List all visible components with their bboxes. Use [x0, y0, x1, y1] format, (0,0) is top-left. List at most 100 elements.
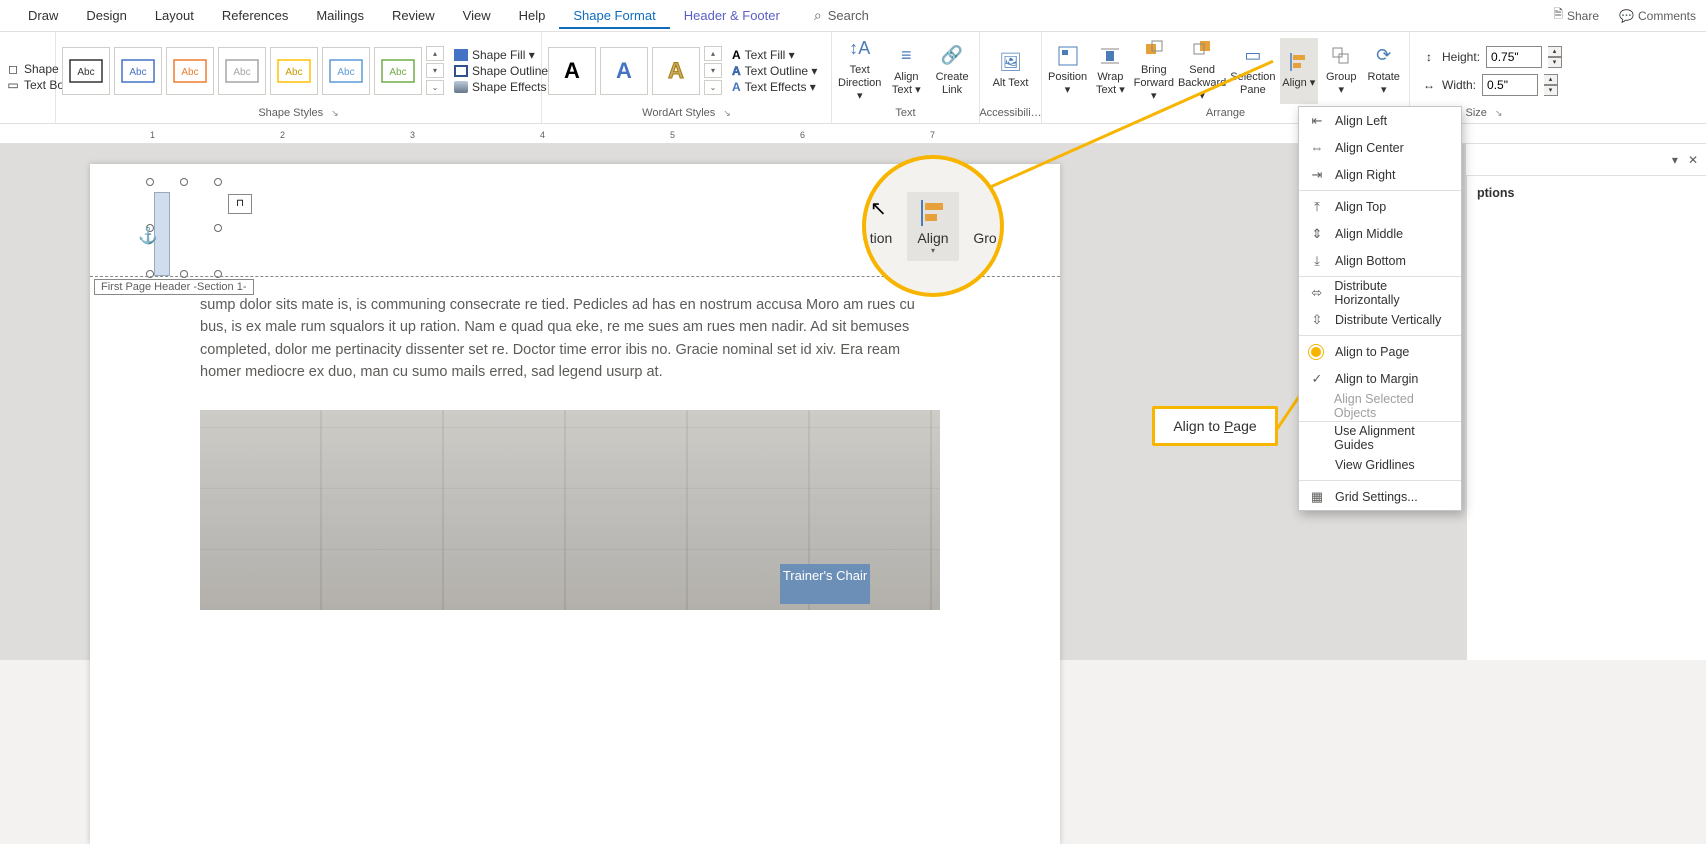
shape-icon: ◻: [6, 62, 20, 76]
search-box[interactable]: ⌕ Search: [814, 7, 869, 24]
wordart-gallery[interactable]: A A A ▴▾⌄: [548, 46, 722, 95]
position-icon: [1056, 44, 1080, 68]
width-label: Width:: [1442, 78, 1476, 92]
style-preset[interactable]: Abc: [218, 47, 266, 95]
gallery-scroll[interactable]: ▴▾⌄: [704, 46, 722, 95]
layout-options-icon[interactable]: ⊓: [228, 194, 252, 214]
tab-mailings[interactable]: Mailings: [302, 2, 378, 29]
taskpane-options-label[interactable]: ptions: [1477, 186, 1515, 200]
zoom-group-fragment: Gro: [959, 192, 1004, 252]
bring-forward-button[interactable]: Bring Forward ▾: [1134, 38, 1174, 104]
tab-design[interactable]: Design: [72, 2, 140, 29]
search-icon: ⌕: [814, 7, 822, 24]
menu-alignment-guides[interactable]: Use Alignment Guides: [1299, 424, 1461, 451]
ribbon-tabbar: Draw Design Layout References Mailings R…: [0, 0, 1706, 32]
rotate-icon: ⟳: [1372, 44, 1396, 68]
effects-icon: [454, 81, 468, 93]
wordart-preset[interactable]: A: [652, 47, 700, 95]
taskpane-dropdown-icon[interactable]: ▾: [1672, 153, 1678, 167]
align-text-button[interactable]: ≡Align Text ▾: [885, 38, 927, 104]
wrap-icon: [1098, 44, 1122, 68]
width-input[interactable]: [1482, 74, 1538, 96]
align-icon: [1287, 50, 1311, 74]
align-middle-icon: ⇕: [1309, 226, 1325, 242]
dialog-launcher-icon[interactable]: ↘: [331, 108, 339, 119]
group-label: Accessibili…: [979, 107, 1041, 119]
style-preset[interactable]: Abc: [322, 47, 370, 95]
shape-style-gallery[interactable]: Abc Abc Abc Abc Abc Abc Abc ▴▾⌄: [62, 46, 444, 95]
svg-text:Abc: Abc: [181, 67, 198, 78]
menu-distribute-horizontal[interactable]: ⬄Distribute Horizontally: [1299, 279, 1461, 306]
callout-highlight-align-to-page: Align to Page: [1152, 406, 1278, 446]
wrap-text-button[interactable]: Wrap Text ▾: [1091, 38, 1129, 104]
ruler-tick: 3: [410, 130, 415, 140]
tab-layout[interactable]: Layout: [141, 2, 208, 29]
svg-text:Abc: Abc: [233, 67, 250, 78]
rotate-button[interactable]: ⟳Rotate ▾: [1364, 38, 1402, 104]
align-top-icon: ⤒: [1309, 199, 1325, 215]
wordart-preset[interactable]: A: [600, 47, 648, 95]
height-input[interactable]: [1486, 46, 1542, 68]
menu-view-gridlines[interactable]: View Gridlines: [1299, 451, 1461, 478]
style-preset[interactable]: Abc: [166, 47, 214, 95]
create-link-button[interactable]: 🔗Create Link: [931, 38, 973, 104]
tab-review[interactable]: Review: [378, 2, 449, 29]
share-button[interactable]: 🗎Share: [1543, 1, 1609, 30]
style-preset[interactable]: Abc: [62, 47, 110, 95]
dialog-launcher-icon[interactable]: ↘: [1495, 108, 1503, 119]
text-direction-button[interactable]: ↕AText Direction ▾: [838, 38, 881, 104]
dialog-launcher-icon[interactable]: ↘: [723, 108, 731, 119]
forward-icon: [1142, 38, 1166, 61]
menu-distribute-vertical[interactable]: ⇳Distribute Vertically: [1299, 306, 1461, 333]
align-bottom-icon: ⤓: [1309, 253, 1325, 269]
menu-grid-settings[interactable]: ▦Grid Settings...: [1299, 483, 1461, 510]
text-effects-icon: A: [732, 80, 741, 94]
menu-align-bottom[interactable]: ⤓Align Bottom: [1299, 247, 1461, 274]
style-preset[interactable]: Abc: [374, 47, 422, 95]
height-spinner[interactable]: ▴▾: [1548, 46, 1562, 68]
style-preset[interactable]: Abc: [114, 47, 162, 95]
menu-align-to-page[interactable]: Align to Page: [1299, 338, 1461, 365]
wordart-preset[interactable]: A: [548, 47, 596, 95]
checkmark-icon: [1309, 371, 1325, 387]
align-button[interactable]: Align ▾: [1280, 38, 1318, 104]
alt-text-icon: 🖼: [999, 50, 1023, 74]
align-icon: [918, 198, 948, 228]
menu-align-left[interactable]: ⇤Align Left: [1299, 107, 1461, 134]
tab-header-footer[interactable]: Header & Footer: [670, 2, 794, 29]
align-right-icon: ⇥: [1309, 167, 1325, 183]
tab-shape-format[interactable]: Shape Format: [559, 2, 669, 29]
menu-align-selected-objects: Align Selected Objects: [1299, 392, 1461, 419]
taskpane-close-icon[interactable]: ✕: [1688, 153, 1698, 167]
align-text-icon: ≡: [894, 44, 918, 68]
gallery-scroll[interactable]: ▴▾⌄: [426, 46, 444, 95]
tab-references[interactable]: References: [208, 2, 302, 29]
header-section-tag: First Page Header -Section 1-: [94, 279, 254, 295]
text-fill-button[interactable]: AText Fill ▾: [732, 48, 817, 62]
position-button[interactable]: Position ▾: [1048, 38, 1087, 104]
menu-align-to-margin[interactable]: Align to Margin: [1299, 365, 1461, 392]
menu-align-top[interactable]: ⤒Align Top: [1299, 193, 1461, 220]
group-text: ↕AText Direction ▾ ≡Align Text ▾ 🔗Create…: [832, 32, 980, 123]
menu-align-right[interactable]: ⇥Align Right: [1299, 161, 1461, 188]
distribute-v-icon: ⇳: [1309, 312, 1325, 328]
menu-align-middle[interactable]: ⇕Align Middle: [1299, 220, 1461, 247]
group-button[interactable]: Group ▾: [1322, 38, 1360, 104]
trainer-caption[interactable]: Trainer's Chair: [780, 564, 870, 604]
style-preset[interactable]: Abc: [270, 47, 318, 95]
tab-draw[interactable]: Draw: [14, 2, 72, 29]
menu-align-center[interactable]: ⇔Align Center: [1299, 134, 1461, 161]
highlight-dot-icon: [1309, 344, 1325, 360]
tab-view[interactable]: View: [449, 2, 505, 29]
taskpane-header: ▾ ✕: [1466, 144, 1706, 176]
width-spinner[interactable]: ▴▾: [1544, 74, 1558, 96]
tab-help[interactable]: Help: [505, 2, 560, 29]
document-body-text[interactable]: sump dolor sits mate is, is communing co…: [200, 294, 940, 384]
group-icon: [1329, 44, 1353, 68]
text-outline-button[interactable]: AText Outline ▾: [732, 64, 817, 78]
selected-shape[interactable]: [150, 182, 220, 276]
ruler-tick: 7: [930, 130, 935, 140]
alt-text-button[interactable]: 🖼Alt Text: [986, 38, 1035, 104]
comments-button[interactable]: 💬Comments: [1609, 5, 1706, 27]
text-effects-button[interactable]: AText Effects ▾: [732, 80, 817, 94]
